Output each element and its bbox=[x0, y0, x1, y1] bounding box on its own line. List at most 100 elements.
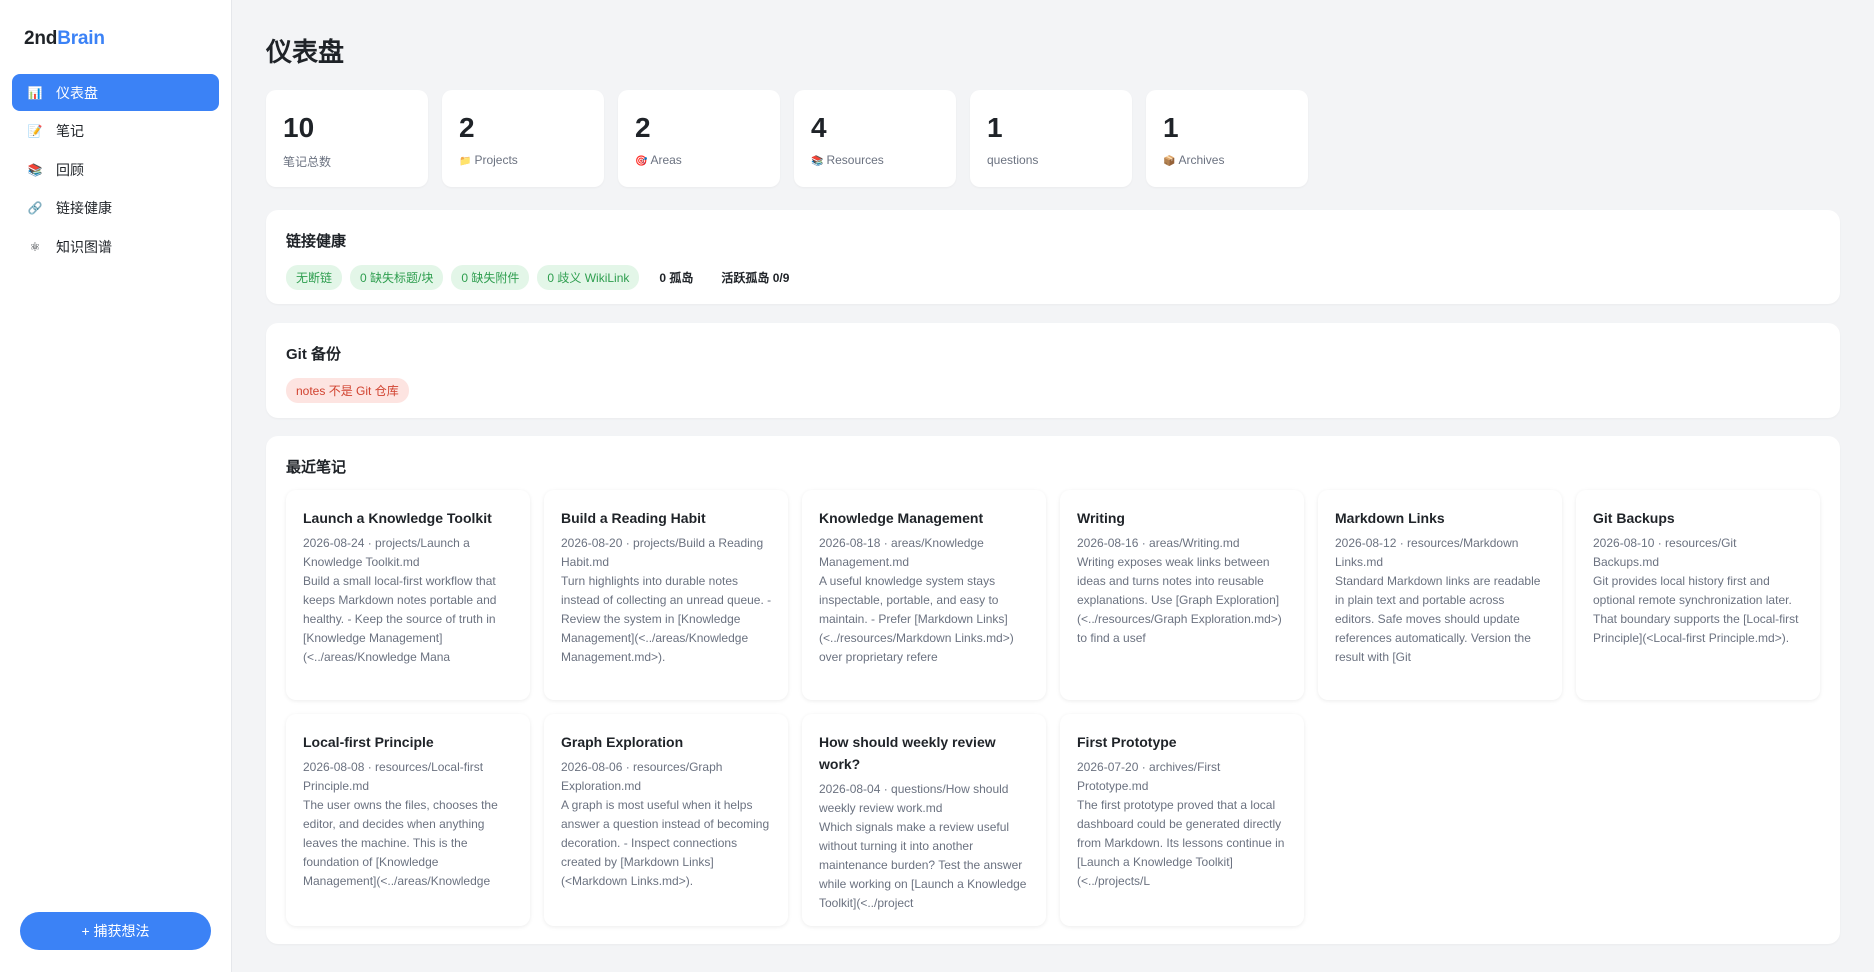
page-title: 仪表盘 bbox=[266, 37, 345, 67]
link-icon: 🔗 bbox=[27, 201, 43, 215]
note-meta: 2026-08-24 · projects/Launch a Knowledge… bbox=[303, 536, 470, 569]
note-excerpt: A useful knowledge system stays inspecta… bbox=[819, 574, 1014, 664]
stat-label: 📦 Archives bbox=[1163, 153, 1308, 167]
panel-title: 链接健康 bbox=[286, 233, 347, 250]
note-card[interactable]: Markdown Links 2026-08-12 · resources/Ma… bbox=[1318, 490, 1562, 700]
books-icon: 📚 bbox=[27, 162, 43, 177]
note-meta: 2026-08-06 · resources/Graph Exploration… bbox=[561, 760, 723, 793]
stat-label: 📁 Projects bbox=[459, 153, 604, 167]
stat-label-text: Projects bbox=[474, 153, 518, 167]
note-card[interactable]: How should weekly review work? 2026-08-0… bbox=[802, 714, 1046, 926]
note-card[interactable]: Graph Exploration 2026-08-06 · resources… bbox=[544, 714, 788, 926]
brand-part-2: Brain bbox=[57, 28, 105, 49]
stat-card-questions[interactable]: 1 questions bbox=[970, 90, 1132, 187]
sidebar-nav: 📊 仪表盘 📝 笔记 📚 回顾 🔗 链接健康 ⚛ 知识图谱 bbox=[12, 74, 219, 267]
note-excerpt: A graph is most useful when it helps ans… bbox=[561, 798, 770, 888]
stat-label: questions bbox=[987, 153, 1132, 167]
stat-label: 笔记总数 bbox=[283, 153, 428, 170]
folder-icon: 📁 bbox=[459, 156, 472, 167]
recent-notes-panel: 最近笔记 Launch a Knowledge Toolkit 2026-08-… bbox=[266, 436, 1840, 944]
note-meta: 2026-08-16 · areas/Writing.md bbox=[1077, 536, 1240, 550]
atom-icon: ⚛ bbox=[29, 239, 41, 254]
stat-value: 1 bbox=[1163, 112, 1179, 143]
sidebar-item-knowledge-graph[interactable]: ⚛ 知识图谱 bbox=[12, 228, 219, 265]
stat-card-total-notes[interactable]: 10 笔记总数 bbox=[266, 90, 428, 187]
note-title: Writing bbox=[1077, 510, 1125, 526]
note-excerpt: Turn highlights into durable notes inste… bbox=[561, 574, 772, 664]
status-badge: 无断链 bbox=[286, 265, 343, 290]
note-meta: 2026-08-04 · questions/How should weekly… bbox=[819, 782, 1009, 815]
note-meta: 2026-08-20 · projects/Build a Reading Ha… bbox=[561, 536, 764, 569]
panel-title: 最近笔记 bbox=[286, 459, 347, 476]
active-orphan-count: 活跃孤岛 0/9 bbox=[721, 271, 790, 285]
stat-value: 1 bbox=[987, 112, 1003, 143]
orphan-count: 0 孤岛 bbox=[659, 271, 694, 285]
stat-label-text: Resources bbox=[826, 153, 884, 167]
sidebar-item-label: 回顾 bbox=[56, 161, 84, 178]
sidebar-item-label: 知识图谱 bbox=[56, 238, 112, 255]
note-excerpt: Git provides local history first and opt… bbox=[1593, 574, 1799, 645]
stat-value: 2 bbox=[459, 112, 475, 143]
books-icon: 📚 bbox=[811, 156, 824, 167]
stat-card-areas[interactable]: 2 🎯 Areas bbox=[618, 90, 780, 187]
status-badge: 0 歧义 WikiLink bbox=[537, 265, 640, 290]
stat-label: 🎯 Areas bbox=[635, 153, 780, 167]
git-status-badge: notes 不是 Git 仓库 bbox=[286, 378, 409, 403]
sidebar-item-label: 链接健康 bbox=[56, 200, 112, 216]
stat-card-projects[interactable]: 2 📁 Projects bbox=[442, 90, 604, 187]
stat-value: 4 bbox=[811, 112, 827, 143]
note-card[interactable]: Knowledge Management 2026-08-18 · areas/… bbox=[802, 490, 1046, 700]
note-meta: 2026-08-08 · resources/Local-first Princ… bbox=[303, 760, 484, 793]
package-icon: 📦 bbox=[1163, 156, 1176, 167]
note-card[interactable]: Git Backups 2026-08-10 · resources/Git B… bbox=[1576, 490, 1820, 700]
note-title: Markdown Links bbox=[1335, 510, 1445, 526]
stat-label-text: questions bbox=[987, 153, 1039, 167]
note-excerpt: Which signals make a review useful witho… bbox=[819, 820, 1027, 910]
note-card[interactable]: First Prototype 2026-07-20 · archives/Fi… bbox=[1060, 714, 1304, 926]
sidebar-item-dashboard[interactable]: 📊 仪表盘 bbox=[12, 74, 219, 111]
sidebar-item-label: 仪表盘 bbox=[56, 84, 98, 101]
app-logo[interactable]: 2ndBrain bbox=[24, 28, 105, 50]
stat-value: 10 bbox=[283, 112, 315, 143]
recent-notes-grid: Launch a Knowledge Toolkit 2026-08-24 · … bbox=[286, 490, 1820, 926]
note-title: Knowledge Management bbox=[819, 510, 984, 526]
status-badge: 0 缺失附件 bbox=[451, 265, 530, 290]
note-title: Graph Exploration bbox=[561, 734, 684, 750]
stat-card-archives[interactable]: 1 📦 Archives bbox=[1146, 90, 1308, 187]
panel-title: Git 备份 bbox=[286, 346, 341, 363]
note-excerpt: Build a small local-first workflow that … bbox=[303, 574, 497, 664]
stat-label-text: 笔记总数 bbox=[283, 155, 332, 169]
stat-label-text: Areas bbox=[650, 153, 682, 167]
stat-value: 2 bbox=[635, 112, 651, 143]
stats-row: 10 笔记总数 2 📁 Projects 2 🎯 Areas 4 📚 Resource… bbox=[266, 90, 1308, 187]
sidebar-item-notes[interactable]: 📝 笔记 bbox=[12, 113, 219, 150]
note-title: Local-first Principle bbox=[303, 734, 434, 750]
git-backup-panel: Git 备份 notes 不是 Git 仓库 bbox=[266, 323, 1840, 418]
note-card[interactable]: Launch a Knowledge Toolkit 2026-08-24 · … bbox=[286, 490, 530, 700]
link-health-badges: 无断链 0 缺失标题/块 0 缺失附件 0 歧义 WikiLink 0 孤岛 活… bbox=[286, 265, 1820, 290]
chart-icon: 📊 bbox=[27, 85, 43, 100]
stat-label: 📚 Resources bbox=[811, 153, 956, 167]
sidebar-item-label: 笔记 bbox=[56, 123, 84, 139]
note-title: Build a Reading Habit bbox=[561, 510, 706, 526]
note-excerpt: The user owns the files, chooses the edi… bbox=[303, 798, 498, 888]
note-meta: 2026-08-18 · areas/Knowledge Management.… bbox=[819, 536, 984, 569]
note-meta: 2026-07-20 · archives/First Prototype.md bbox=[1077, 760, 1221, 793]
sidebar: 2ndBrain 📊 仪表盘 📝 笔记 📚 回顾 🔗 链接健康 ⚛ 知识图谱 +… bbox=[0, 0, 232, 972]
target-icon: 🎯 bbox=[635, 156, 648, 167]
link-health-panel: 链接健康 无断链 0 缺失标题/块 0 缺失附件 0 歧义 WikiLink 0… bbox=[266, 210, 1840, 304]
note-title: Git Backups bbox=[1593, 510, 1675, 526]
sidebar-item-review[interactable]: 📚 回顾 bbox=[12, 151, 219, 188]
note-card[interactable]: Local-first Principle 2026-08-08 · resou… bbox=[286, 714, 530, 926]
stat-label-text: Archives bbox=[1178, 153, 1225, 167]
note-card[interactable]: Writing 2026-08-16 · areas/Writing.md Wr… bbox=[1060, 490, 1304, 700]
note-excerpt: The first prototype proved that a local … bbox=[1077, 798, 1285, 888]
capture-idea-button[interactable]: + 捕获想法 bbox=[20, 912, 211, 950]
sidebar-item-link-health[interactable]: 🔗 链接健康 bbox=[12, 190, 219, 227]
stat-card-resources[interactable]: 4 📚 Resources bbox=[794, 90, 956, 187]
status-badge: 0 缺失标题/块 bbox=[350, 265, 444, 290]
note-card[interactable]: Build a Reading Habit 2026-08-20 · proje… bbox=[544, 490, 788, 700]
note-title: Launch a Knowledge Toolkit bbox=[303, 510, 492, 526]
note-excerpt: Standard Markdown links are readable in … bbox=[1335, 574, 1541, 664]
git-status-row: notes 不是 Git 仓库 bbox=[286, 378, 1820, 403]
